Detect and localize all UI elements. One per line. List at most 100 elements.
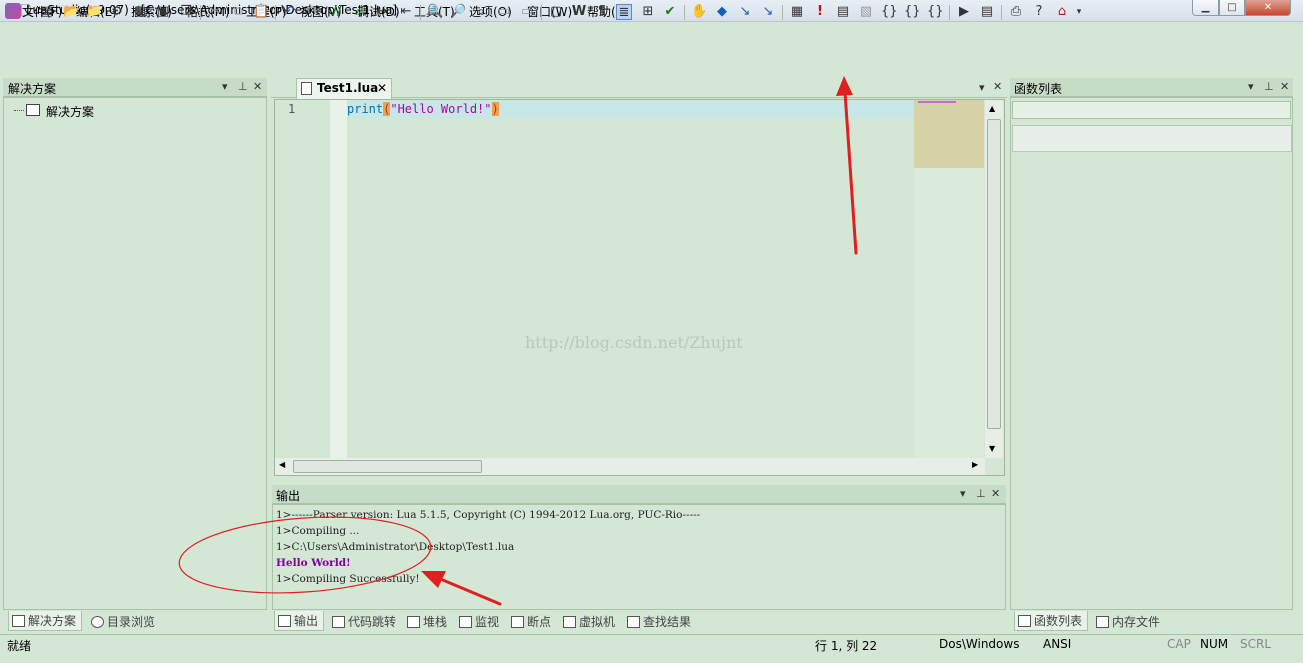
editor-tab-close-icon[interactable]: ✕: [377, 81, 387, 95]
help-icon[interactable]: ?: [1031, 4, 1047, 20]
panel-dropdown-icon[interactable]: ▾: [222, 80, 228, 93]
function-dropdown-icon[interactable]: ▾: [1248, 80, 1254, 93]
tab-memory-files[interactable]: 内存文件: [1093, 612, 1163, 631]
outline-icon[interactable]: ≣: [616, 4, 632, 20]
save-all-icon[interactable]: ▣: [155, 4, 171, 20]
check-icon[interactable]: ✔: [662, 4, 678, 20]
toolbar-separator: [684, 5, 685, 20]
scroll-down-icon[interactable]: ▼: [989, 444, 995, 453]
tab-solution[interactable]: 解决方案: [8, 611, 82, 631]
bookmark-icon[interactable]: ▭: [496, 4, 512, 20]
step-run-icon[interactable]: ↘: [760, 4, 776, 20]
hand-icon[interactable]: ✋: [691, 4, 707, 20]
debug-output-icon[interactable]: ▤: [979, 4, 995, 20]
clean-icon[interactable]: ▧: [858, 4, 874, 20]
find-next-icon[interactable]: 🔎: [450, 4, 466, 20]
uncomment-icon[interactable]: ⁄⁄: [352, 4, 368, 20]
close-button[interactable]: ✕: [1245, 0, 1291, 16]
minimize-button[interactable]: ▁: [1192, 0, 1219, 16]
tab-function-list[interactable]: 函数列表: [1014, 611, 1088, 631]
whitespace-icon[interactable]: ▢: [548, 4, 564, 20]
tab-breakpoints[interactable]: 断点: [509, 612, 553, 631]
indent-icon[interactable]: ⇥: [375, 4, 391, 20]
output-line: 1>Compiling ...: [276, 525, 360, 537]
find-in-files-icon[interactable]: ⌕: [473, 4, 489, 20]
maximize-button[interactable]: □: [1219, 0, 1245, 16]
breakpoint-icon[interactable]: ◆: [714, 4, 730, 20]
watermark-text: http://blog.csdn.net/Zhujnt: [525, 333, 743, 352]
code-line-1[interactable]: print("Hello World!"): [347, 102, 499, 116]
tab-vm[interactable]: 虚拟机: [561, 612, 617, 631]
compile-icon[interactable]: ⚙: [109, 4, 125, 20]
toolbar-overflow-icon[interactable]: ▾: [1074, 4, 1084, 20]
directory-tab-icon: [91, 616, 104, 628]
output-line: 1>------Parser version: Lua 5.1.5, Copyr…: [276, 509, 701, 521]
new-file-icon[interactable]: 🗋: [18, 4, 34, 20]
open-folder-icon[interactable]: 📂: [63, 4, 79, 20]
step-out-icon[interactable]: {}: [927, 4, 944, 20]
scroll-up-icon[interactable]: ▲: [989, 104, 995, 113]
bookmark-next-icon[interactable]: ▭: [519, 4, 535, 20]
function-list-header[interactable]: [1012, 125, 1292, 152]
outdent-icon[interactable]: ⇤: [398, 4, 414, 20]
open-file-icon[interactable]: 📁: [86, 4, 102, 20]
step-into-icon[interactable]: {}: [881, 4, 898, 20]
tab-stack[interactable]: 堆栈: [405, 612, 449, 631]
function-close-icon[interactable]: ✕: [1280, 80, 1289, 93]
output-close-icon[interactable]: ✕: [991, 487, 1000, 500]
exclamation-icon[interactable]: !: [812, 4, 828, 20]
horizontal-scroll-thumb[interactable]: [293, 460, 482, 473]
menu-grip-icon[interactable]: [8, 4, 11, 18]
undo-icon[interactable]: ↶: [282, 4, 298, 20]
tab-watch-label: 监视: [475, 615, 500, 629]
editor-tab-test1[interactable]: Test1.lua ✕: [296, 78, 392, 99]
step-icon[interactable]: ↘: [737, 4, 753, 20]
lua-file-icon: [301, 82, 312, 95]
output-panel-title: 输出: [276, 489, 301, 503]
code-editor[interactable]: [274, 99, 1005, 476]
solution-tree-root[interactable]: 解决方案: [46, 103, 94, 120]
save-copy-icon[interactable]: ❐: [178, 4, 194, 20]
step-over-icon[interactable]: {}: [904, 4, 921, 20]
tab-code-jump[interactable]: 代码跳转: [330, 612, 398, 631]
build-icon[interactable]: ▤: [835, 4, 851, 20]
output-tab-icon: [278, 615, 291, 627]
save-icon[interactable]: ▦: [132, 4, 148, 20]
run-icon[interactable]: ▶: [956, 4, 972, 20]
open-project-icon[interactable]: ▤: [39, 4, 55, 20]
solution-tab-icon: [12, 615, 25, 627]
cut-icon[interactable]: ✂: [207, 4, 223, 20]
panel-close-icon[interactable]: ✕: [253, 80, 262, 93]
print-icon[interactable]: ⎙: [1008, 4, 1024, 20]
scroll-right-icon[interactable]: ▶: [972, 460, 978, 469]
tab-watch[interactable]: 监视: [457, 612, 501, 631]
calculator-icon[interactable]: ▦: [789, 4, 805, 20]
tab-output[interactable]: 输出: [274, 611, 324, 631]
word-wrap-icon[interactable]: W: [571, 4, 587, 20]
find-icon[interactable]: 🔍: [427, 4, 443, 20]
status-line-ending: Dos\Windows: [939, 637, 1020, 651]
editor-dropdown-icon[interactable]: ▾: [979, 81, 985, 94]
home-icon[interactable]: ⌂: [1054, 4, 1070, 20]
output-pin-icon[interactable]: ⊥: [976, 487, 986, 500]
toolbar: [0, 51, 1303, 77]
paragraph-icon[interactable]: ¶: [594, 4, 610, 20]
output-dropdown-icon[interactable]: ▾: [960, 487, 966, 500]
scroll-left-icon[interactable]: ◀: [279, 460, 285, 469]
vertical-scroll-thumb[interactable]: [987, 119, 1001, 429]
paste-icon[interactable]: 📋: [253, 4, 269, 20]
tab-directory[interactable]: 目录浏览: [88, 612, 158, 631]
function-pin-icon[interactable]: ⊥: [1264, 80, 1274, 93]
panel-pin-icon[interactable]: ⊥: [238, 80, 248, 93]
editor-close-icon[interactable]: ✕: [993, 80, 1002, 93]
copy-icon[interactable]: ⧉: [230, 4, 246, 20]
function-filter-input[interactable]: [1012, 101, 1291, 119]
minimap-viewport[interactable]: [914, 100, 984, 168]
tree-icon[interactable]: ⊞: [640, 4, 656, 20]
breakpoints-tab-icon: [511, 616, 524, 628]
redo-icon[interactable]: ↷: [305, 4, 321, 20]
comment-icon[interactable]: //: [329, 4, 345, 20]
tab-find-results[interactable]: 查找结果: [625, 612, 693, 631]
function-panel-title: 函数列表: [1014, 82, 1063, 96]
memory-files-tab-icon: [1096, 616, 1109, 628]
